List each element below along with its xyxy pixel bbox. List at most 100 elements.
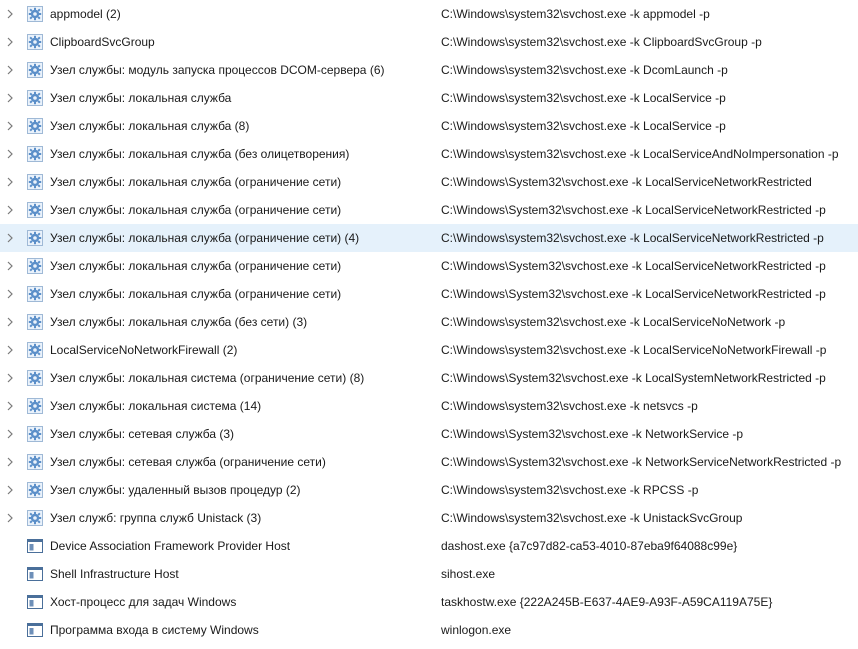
chevron-right-icon[interactable] (5, 121, 15, 131)
process-list: appmodel (2) C:\Windows\system32\svchost.… (0, 0, 858, 644)
process-name: Узел службы: локальная служба (без олице… (50, 147, 350, 161)
process-row[interactable]: Узел службы: удаленный вызов процедур (2… (0, 476, 858, 504)
process-command-line: C:\Windows\System32\svchost.exe -k Netwo… (441, 427, 744, 441)
process-command-line: sihost.exe (441, 567, 496, 581)
process-row[interactable]: Device Association Framework Provider Ho… (0, 532, 858, 560)
gear-icon (27, 286, 43, 302)
chevron-right-icon[interactable] (5, 513, 15, 523)
process-command-line: C:\Windows\system32\svchost.exe -k appmo… (441, 7, 710, 21)
process-row[interactable]: Узел службы: локальная система (14) C:\Wi… (0, 392, 858, 420)
chevron-right-icon[interactable] (5, 65, 15, 75)
process-command-line: C:\Windows\system32\svchost.exe -k Clipb… (441, 35, 762, 49)
chevron-right-icon[interactable] (5, 37, 15, 47)
process-row[interactable]: Узел службы: локальная служба C:\Windows\… (0, 84, 858, 112)
process-row[interactable]: Узел службы: локальная служба (ограничен… (0, 168, 858, 196)
process-command-line: C:\Windows\System32\svchost.exe -k Local… (441, 259, 826, 273)
chevron-right-icon[interactable] (5, 205, 15, 215)
process-command-line: C:\Windows\system32\svchost.exe -k Unist… (441, 511, 743, 525)
window-icon (27, 594, 43, 610)
process-command-line: C:\Windows\system32\svchost.exe -k Local… (441, 91, 726, 105)
window-icon (27, 566, 43, 582)
chevron-right-icon[interactable] (5, 345, 15, 355)
chevron-right-icon[interactable] (5, 429, 15, 439)
chevron-right-icon[interactable] (5, 401, 15, 411)
process-row[interactable]: appmodel (2) C:\Windows\system32\svchost.… (0, 0, 858, 28)
process-row[interactable]: ClipboardSvcGroup C:\Windows\system32\svc… (0, 28, 858, 56)
process-command-line: C:\Windows\System32\svchost.exe -k Netwo… (441, 455, 842, 469)
chevron-right-icon[interactable] (5, 9, 15, 19)
gear-icon (27, 258, 43, 274)
gear-icon (27, 426, 43, 442)
process-name: Узел службы: локальная служба (ограничен… (50, 175, 342, 189)
process-name: Узел службы: локальная служба (50, 91, 232, 105)
process-row[interactable]: Узел службы: локальная система (ограниче… (0, 364, 858, 392)
gear-icon (27, 174, 43, 190)
window-icon (27, 538, 43, 554)
process-name: Узел службы: локальная система (ограниче… (50, 371, 365, 385)
process-command-line: C:\Windows\System32\svchost.exe -k Local… (441, 371, 826, 385)
process-row[interactable]: Узел службы: локальная служба (8) C:\Wind… (0, 112, 858, 140)
process-row[interactable]: Узел служб: группа служб Unistack (3) C:\… (0, 504, 858, 532)
gear-icon (27, 230, 43, 246)
process-command-line: C:\Windows\system32\svchost.exe -k Local… (441, 315, 786, 329)
process-name: appmodel (2) (50, 7, 121, 21)
gear-icon (27, 342, 43, 358)
process-row[interactable]: Узел службы: сетевая служба (ограничение… (0, 448, 858, 476)
gear-icon (27, 202, 43, 218)
process-name: Узел службы: сетевая служба (ограничение… (50, 455, 326, 469)
gear-icon (27, 398, 43, 414)
process-command-line: C:\Windows\System32\svchost.exe -k Local… (441, 203, 826, 217)
process-name: Узел служб: группа служб Unistack (3) (50, 511, 262, 525)
process-name: Shell Infrastructure Host (50, 567, 179, 581)
process-name: Хост-процесс для задач Windows (50, 595, 237, 609)
process-name: Узел службы: локальная служба (ограничен… (50, 259, 342, 273)
process-command-line: C:\Windows\system32\svchost.exe -k Local… (441, 147, 839, 161)
process-command-line: C:\Windows\system32\svchost.exe -k netsv… (441, 399, 698, 413)
chevron-right-icon[interactable] (5, 457, 15, 467)
chevron-right-icon[interactable] (5, 93, 15, 103)
process-row[interactable]: LocalServiceNoNetworkFirewall (2) C:\Wind… (0, 336, 858, 364)
process-name: Программа входа в систему Windows (50, 623, 259, 637)
process-row[interactable]: Узел службы: локальная служба (ограничен… (0, 280, 858, 308)
process-name: Узел службы: локальная служба (ограничен… (50, 287, 342, 301)
process-row[interactable]: Узел службы: модуль запуска процессов DC… (0, 56, 858, 84)
process-row[interactable]: Узел службы: локальная служба (ограничен… (0, 224, 858, 252)
chevron-right-icon[interactable] (5, 289, 15, 299)
process-name: Узел службы: модуль запуска процессов DC… (50, 63, 385, 77)
process-name: Узел службы: локальная система (14) (50, 399, 262, 413)
gear-icon (27, 62, 43, 78)
process-command-line: C:\Windows\System32\svchost.exe -k Local… (441, 175, 812, 189)
gear-icon (27, 6, 43, 22)
chevron-right-icon[interactable] (5, 149, 15, 159)
process-command-line: dashost.exe {a7c97d82-ca53-4010-87eba9f6… (441, 539, 738, 553)
process-row[interactable]: Shell Infrastructure Host sihost.exe (0, 560, 858, 588)
process-row[interactable]: Узел службы: сетевая служба (3) C:\Window… (0, 420, 858, 448)
process-name: Узел службы: локальная служба (ограничен… (50, 231, 360, 245)
process-row[interactable]: Узел службы: локальная служба (ограничен… (0, 252, 858, 280)
process-command-line: winlogon.exe (441, 623, 512, 637)
process-row[interactable]: Хост-процесс для задач Windows taskhostw.… (0, 588, 858, 616)
process-name: LocalServiceNoNetworkFirewall (2) (50, 343, 238, 357)
process-command-line: C:\Windows\system32\svchost.exe -k Local… (441, 119, 726, 133)
chevron-right-icon[interactable] (5, 485, 15, 495)
process-command-line: C:\Windows\system32\svchost.exe -k DcomL… (441, 63, 728, 77)
chevron-right-icon[interactable] (5, 373, 15, 383)
chevron-right-icon[interactable] (5, 261, 15, 271)
process-name: Узел службы: локальная служба (8) (50, 119, 250, 133)
process-row[interactable]: Узел службы: локальная служба (ограничен… (0, 196, 858, 224)
process-name: Узел службы: локальная служба (без сети)… (50, 315, 308, 329)
process-name: ClipboardSvcGroup (50, 35, 155, 49)
process-row[interactable]: Узел службы: локальная служба (без олице… (0, 140, 858, 168)
process-command-line: C:\Windows\system32\svchost.exe -k Local… (441, 231, 824, 245)
gear-icon (27, 314, 43, 330)
gear-icon (27, 482, 43, 498)
chevron-right-icon[interactable] (5, 317, 15, 327)
process-command-line: C:\Windows\System32\svchost.exe -k Local… (441, 287, 826, 301)
gear-icon (27, 146, 43, 162)
process-row[interactable]: Программа входа в систему Windows winlogo… (0, 616, 858, 644)
chevron-right-icon[interactable] (5, 177, 15, 187)
process-command-line: taskhostw.exe {222A245B-E637-4AE9-A93F-A… (441, 595, 773, 609)
process-name: Узел службы: сетевая служба (3) (50, 427, 235, 441)
process-row[interactable]: Узел службы: локальная служба (без сети)… (0, 308, 858, 336)
chevron-right-icon[interactable] (5, 233, 15, 243)
